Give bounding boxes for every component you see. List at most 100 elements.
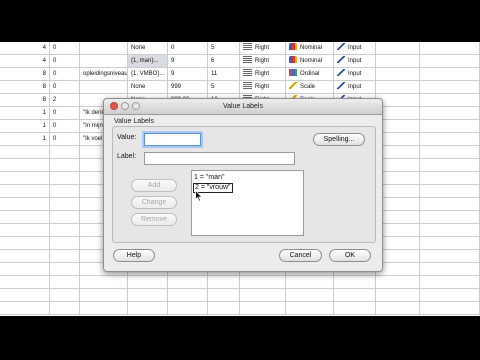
grid-cell[interactable]: Input (334, 68, 376, 81)
grid-cell[interactable]: Ordinal (286, 68, 334, 81)
grid-cell[interactable] (0, 237, 50, 250)
grid-cell[interactable]: 999 (168, 81, 208, 94)
grid-cell[interactable] (376, 302, 420, 315)
grid-cell[interactable] (0, 224, 50, 237)
grid-cell[interactable]: 6 (208, 55, 240, 68)
grid-cell[interactable] (240, 289, 286, 302)
grid-cell[interactable] (420, 146, 480, 159)
grid-cell[interactable] (420, 289, 480, 302)
grid-cell[interactable]: Nominal (286, 42, 334, 55)
grid-cell[interactable] (286, 289, 334, 302)
grid-cell[interactable] (420, 237, 480, 250)
value-labels-list[interactable]: 1 = "man" 2 = "vrouw" (191, 170, 304, 236)
value-label-item[interactable]: 1 = "man" (193, 173, 225, 183)
grid-cell[interactable] (420, 94, 480, 107)
grid-cell[interactable]: 8 (0, 81, 50, 94)
help-button[interactable]: Help (113, 249, 155, 262)
grid-cell[interactable] (0, 172, 50, 185)
variable-row[interactable]: 8 0 None 999 5 Right Scale Input (0, 81, 480, 94)
grid-cell[interactable]: 0 (50, 68, 80, 81)
grid-cell[interactable] (208, 289, 240, 302)
empty-row[interactable] (0, 289, 480, 302)
grid-cell[interactable] (240, 276, 286, 289)
grid-cell[interactable] (420, 185, 480, 198)
grid-cell[interactable]: 5 (208, 42, 240, 55)
label-input[interactable] (144, 152, 295, 165)
grid-cell[interactable] (50, 263, 80, 276)
variable-row[interactable]: 8 0 opleidingsniveau {1, VMBO}... 9 11 Right Or… (0, 68, 480, 81)
grid-cell[interactable]: 9 (168, 68, 208, 81)
grid-cell[interactable] (240, 302, 286, 315)
grid-cell[interactable] (0, 198, 50, 211)
grid-cell[interactable]: 0 (168, 42, 208, 55)
value-input[interactable] (144, 133, 201, 146)
grid-cell[interactable] (50, 302, 80, 315)
grid-cell[interactable] (50, 211, 80, 224)
grid-cell[interactable] (80, 276, 128, 289)
grid-cell[interactable] (420, 302, 480, 315)
grid-cell[interactable] (420, 68, 480, 81)
grid-cell[interactable]: 0 (50, 133, 80, 146)
grid-cell[interactable] (50, 198, 80, 211)
grid-cell[interactable]: Right (240, 42, 286, 55)
grid-cell[interactable] (286, 302, 334, 315)
grid-cell[interactable] (168, 289, 208, 302)
grid-cell[interactable] (80, 55, 128, 68)
spelling-button[interactable]: Spelling... (313, 133, 365, 146)
grid-cell[interactable] (50, 289, 80, 302)
grid-cell[interactable]: 0 (50, 107, 80, 120)
grid-cell[interactable] (0, 289, 50, 302)
grid-cell[interactable] (0, 159, 50, 172)
empty-row[interactable] (0, 276, 480, 289)
grid-cell[interactable] (420, 224, 480, 237)
grid-cell[interactable] (420, 198, 480, 211)
grid-cell[interactable] (334, 289, 376, 302)
grid-cell[interactable]: Right (240, 55, 286, 68)
grid-cell[interactable]: Input (334, 42, 376, 55)
grid-cell[interactable] (286, 276, 334, 289)
grid-cell[interactable]: {1, man}... (128, 55, 168, 68)
grid-cell[interactable] (128, 302, 168, 315)
grid-cell[interactable] (376, 276, 420, 289)
grid-cell[interactable] (50, 185, 80, 198)
grid-cell[interactable] (80, 42, 128, 55)
grid-cell[interactable] (50, 237, 80, 250)
grid-cell[interactable]: Right (240, 68, 286, 81)
grid-cell[interactable]: None (128, 81, 168, 94)
grid-cell[interactable] (80, 302, 128, 315)
grid-cell[interactable] (0, 276, 50, 289)
grid-cell[interactable] (50, 172, 80, 185)
grid-cell[interactable]: {1, VMBO}... (128, 68, 168, 81)
grid-cell[interactable] (50, 146, 80, 159)
grid-cell[interactable] (420, 107, 480, 120)
grid-cell[interactable] (50, 159, 80, 172)
add-button[interactable]: Add (131, 179, 177, 192)
grid-cell[interactable] (420, 276, 480, 289)
grid-cell[interactable] (128, 276, 168, 289)
grid-cell[interactable] (80, 81, 128, 94)
grid-cell[interactable] (376, 68, 420, 81)
grid-cell[interactable] (80, 289, 128, 302)
grid-cell[interactable]: 5 (208, 81, 240, 94)
ok-button[interactable]: OK (329, 249, 371, 262)
grid-cell[interactable]: 11 (208, 68, 240, 81)
grid-cell[interactable]: None (128, 42, 168, 55)
grid-cell[interactable] (168, 302, 208, 315)
grid-cell[interactable]: Input (334, 55, 376, 68)
grid-cell[interactable] (420, 172, 480, 185)
grid-cell[interactable] (420, 250, 480, 263)
grid-cell[interactable] (168, 276, 208, 289)
grid-cell[interactable]: 4 (0, 42, 50, 55)
grid-cell[interactable] (420, 55, 480, 68)
grid-cell[interactable]: 0 (50, 81, 80, 94)
change-button[interactable]: Change (131, 196, 177, 209)
grid-cell[interactable] (50, 250, 80, 263)
grid-cell[interactable]: 8 (0, 68, 50, 81)
variable-row[interactable]: 4 0 {1, man}... 9 6 Right Nominal Input (0, 55, 480, 68)
grid-cell[interactable] (0, 146, 50, 159)
grid-cell[interactable] (334, 276, 376, 289)
grid-cell[interactable]: Input (334, 81, 376, 94)
grid-cell[interactable]: Nominal (286, 55, 334, 68)
grid-cell[interactable] (420, 120, 480, 133)
grid-cell[interactable]: 0 (50, 55, 80, 68)
